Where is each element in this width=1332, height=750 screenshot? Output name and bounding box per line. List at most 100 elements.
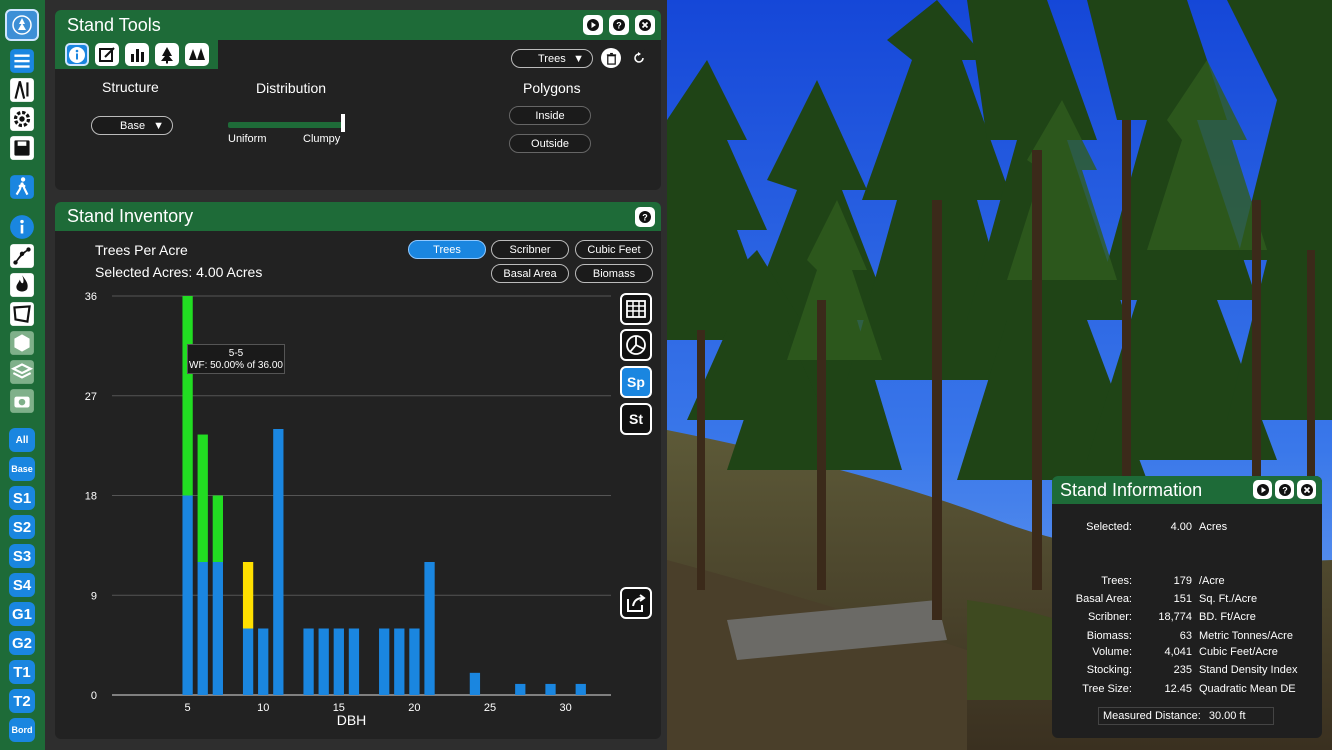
distribution-label: Distribution bbox=[256, 80, 327, 96]
inside-button[interactable]: Inside bbox=[509, 106, 591, 125]
structure-select[interactable]: Base ▼ bbox=[91, 116, 173, 135]
y-tick-label: 9 bbox=[91, 590, 97, 602]
walk-icon[interactable] bbox=[8, 173, 36, 201]
outside-button[interactable]: Outside bbox=[509, 134, 591, 153]
help-icon[interactable]: ? bbox=[609, 15, 629, 35]
distribution-min-label: Uniform bbox=[228, 133, 267, 145]
info-unit: Acres bbox=[1199, 521, 1228, 533]
structure-label: Structure bbox=[102, 79, 159, 95]
tree-tab-icon[interactable] bbox=[155, 43, 179, 66]
filter-t1-button[interactable]: T1 bbox=[9, 660, 35, 684]
filter-s3-button[interactable]: S3 bbox=[9, 544, 35, 568]
bar-segment bbox=[273, 429, 284, 695]
close-icon[interactable] bbox=[1297, 480, 1316, 499]
play-icon[interactable] bbox=[583, 15, 603, 35]
info-unit: Metric Tonnes/Acre bbox=[1199, 630, 1293, 642]
info-label: Basal Area: bbox=[1075, 593, 1132, 605]
species-select[interactable]: Trees ▼ bbox=[511, 49, 593, 68]
filter-g1-button[interactable]: G1 bbox=[9, 602, 35, 626]
bar-segment bbox=[515, 683, 526, 695]
info-value: 63 bbox=[1179, 630, 1192, 642]
network-icon[interactable] bbox=[8, 242, 36, 270]
info-label: Scribner: bbox=[1087, 611, 1132, 623]
bar-segment bbox=[318, 628, 329, 695]
forest-tab-icon[interactable] bbox=[185, 43, 209, 66]
info-row-trees: Trees: 179 /Acre bbox=[1052, 575, 1322, 589]
tooltip-text: WF: 50.00% of 36.00 bbox=[189, 360, 283, 371]
info-label: Tree Size: bbox=[1082, 683, 1132, 695]
info-value: 18,774 bbox=[1158, 611, 1192, 623]
distribution-slider-track[interactable] bbox=[228, 122, 343, 128]
measured-distance-label: Measured Distance: bbox=[1103, 710, 1201, 722]
filter-all-button[interactable]: All bbox=[9, 428, 35, 452]
app-logo-button[interactable] bbox=[5, 9, 39, 41]
play-icon[interactable] bbox=[1253, 480, 1272, 499]
info-unit: /Acre bbox=[1199, 575, 1225, 587]
bar-segment bbox=[409, 628, 420, 695]
x-tick-label: 20 bbox=[408, 702, 420, 714]
bar-segment bbox=[469, 672, 481, 695]
help-icon[interactable]: ? bbox=[1275, 480, 1294, 499]
filter-s2-button[interactable]: S2 bbox=[9, 515, 35, 539]
info-value: 151 bbox=[1173, 593, 1192, 605]
info-row-selected: Selected: 4.00 Acres bbox=[1052, 521, 1322, 535]
menu-icon[interactable] bbox=[8, 47, 36, 75]
bar-segment bbox=[197, 562, 208, 695]
info-value: 235 bbox=[1173, 664, 1192, 676]
filter-base-button[interactable]: Base bbox=[9, 457, 35, 481]
table-view-icon[interactable] bbox=[620, 293, 652, 325]
chevron-down-icon: ▼ bbox=[153, 119, 164, 132]
camera-icon[interactable] bbox=[8, 387, 36, 415]
distribution-slider-thumb[interactable] bbox=[341, 114, 345, 132]
save-icon[interactable] bbox=[8, 134, 36, 162]
filter-t2-button[interactable]: T2 bbox=[9, 689, 35, 713]
gear-icon[interactable] bbox=[8, 105, 36, 133]
y-tick-label: 18 bbox=[85, 491, 97, 503]
cube-icon[interactable] bbox=[8, 329, 36, 357]
fire-icon[interactable] bbox=[8, 271, 36, 299]
filter-bord-button[interactable]: Bord bbox=[9, 718, 35, 742]
svg-text:?: ? bbox=[616, 21, 622, 31]
pie-chart-icon[interactable] bbox=[620, 329, 652, 361]
close-icon[interactable] bbox=[635, 15, 655, 35]
polygon-icon[interactable] bbox=[8, 300, 36, 328]
info-unit: Quadratic Mean DE bbox=[1199, 683, 1296, 695]
species-view-button[interactable]: Sp bbox=[620, 366, 652, 398]
layers-icon[interactable] bbox=[8, 358, 36, 386]
x-tick-label: 25 bbox=[484, 702, 496, 714]
bar-segment bbox=[394, 628, 405, 695]
info-unit: Sq. Ft./Acre bbox=[1199, 593, 1258, 605]
bar-segment bbox=[379, 628, 390, 695]
svg-text:?: ? bbox=[1282, 485, 1288, 495]
bar-segment bbox=[545, 683, 556, 695]
left-toolbar: All Base S1 S2 S3 S4 G1 G2 T1 T2 Bord bbox=[0, 0, 45, 750]
filter-s4-button[interactable]: S4 bbox=[9, 573, 35, 597]
trash-icon[interactable] bbox=[601, 48, 621, 68]
info-unit: BD. Ft/Acre bbox=[1199, 611, 1256, 623]
measured-distance-box: Measured Distance: 30.00 ft bbox=[1098, 707, 1274, 725]
map-icon[interactable] bbox=[8, 76, 36, 104]
bar-segment bbox=[182, 495, 193, 695]
filter-g2-button[interactable]: G2 bbox=[9, 631, 35, 655]
info-label: Stocking: bbox=[1086, 664, 1132, 676]
info-row-basal-area: Basal Area: 151 Sq. Ft./Acre bbox=[1052, 593, 1322, 607]
refresh-icon[interactable] bbox=[629, 48, 649, 68]
y-tick-label: 0 bbox=[91, 690, 97, 702]
x-tick-label: 10 bbox=[257, 702, 269, 714]
export-icon[interactable] bbox=[620, 587, 652, 619]
bar-segment bbox=[242, 628, 254, 695]
chart-tab-icon[interactable] bbox=[125, 43, 149, 66]
app-logo-icon bbox=[12, 15, 32, 35]
bar-segment bbox=[258, 628, 269, 695]
structure-select-value: Base bbox=[120, 119, 146, 132]
measured-distance-value: 30.00 ft bbox=[1208, 710, 1246, 722]
info-icon[interactable] bbox=[8, 213, 36, 241]
structure-view-button[interactable]: St bbox=[620, 403, 652, 435]
stand-information-panel: Stand Information ? Selected: 4.00 Acres… bbox=[1052, 476, 1322, 738]
filter-s1-button[interactable]: S1 bbox=[9, 486, 35, 510]
info-tab-icon[interactable] bbox=[65, 43, 89, 66]
edit-tab-icon[interactable] bbox=[95, 43, 119, 66]
species-select-value: Trees bbox=[538, 52, 566, 65]
stand-information-title: Stand Information bbox=[1060, 479, 1203, 500]
bar-segment bbox=[182, 296, 193, 496]
